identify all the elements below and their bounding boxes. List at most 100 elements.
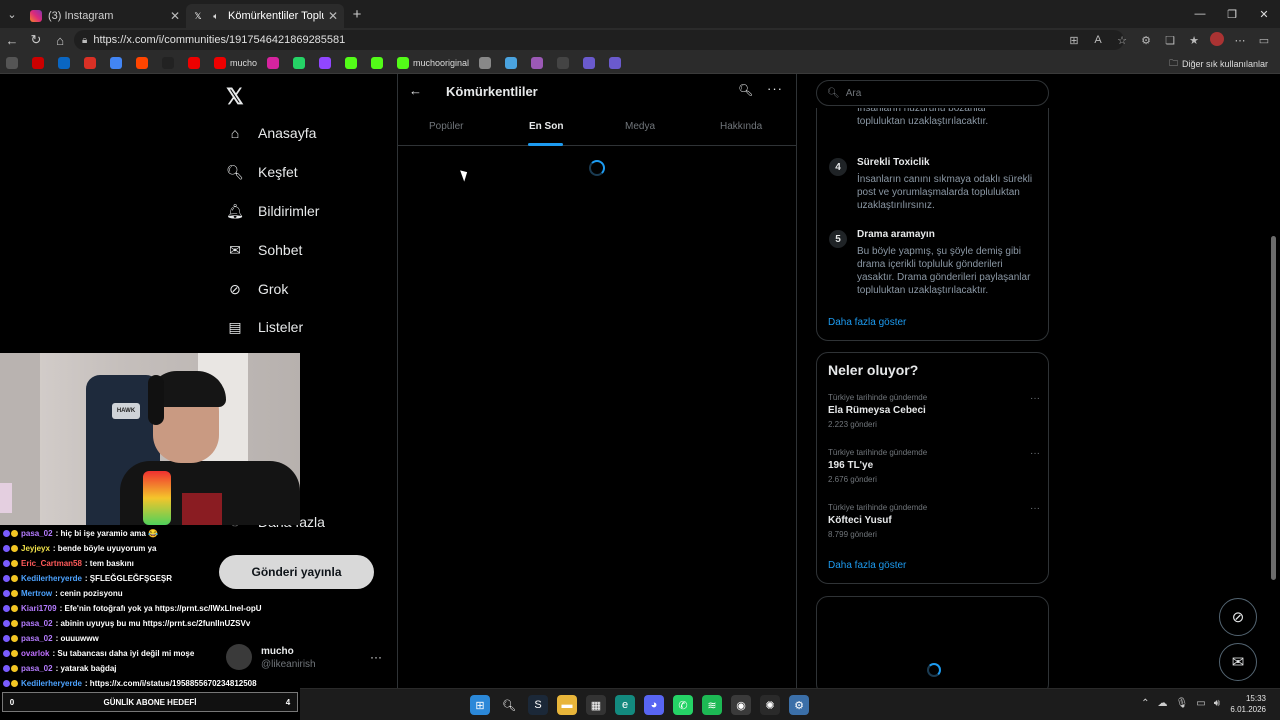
more-dots-icon[interactable]: ··· bbox=[1030, 503, 1040, 514]
goal-label: GÜNLİK ABONE HEDEFİ bbox=[103, 697, 197, 707]
chat-username: pasa_02 bbox=[21, 619, 53, 628]
whatsapp-icon[interactable]: ✆ bbox=[673, 695, 693, 715]
steam-icon[interactable]: S bbox=[528, 695, 548, 715]
app-install-icon[interactable]: ⊞ bbox=[1066, 32, 1082, 48]
browser-tab-x[interactable]: 𝕏 🔈︎ Kömürkentliler Topluluk / X ✕ bbox=[186, 4, 344, 28]
bookmark-item[interactable] bbox=[557, 56, 573, 69]
sidebar-item-home[interactable]: ⌂ Anasayfa bbox=[226, 124, 317, 142]
more-dots-icon[interactable]: ··· bbox=[1030, 448, 1040, 459]
collections-icon[interactable]: ❏ bbox=[1162, 32, 1178, 48]
favorites-icon[interactable]: ★ bbox=[1186, 32, 1202, 48]
profile-avatar-icon[interactable] bbox=[1210, 32, 1224, 46]
windows-taskbar: ⊞ 🔍︎ S ▬ ▦ e ◕ ✆ ≋ ◉ ✺ ⚙ ⌃ ☁ 🎙︎ ▭ 🔊︎ 15:… bbox=[300, 688, 1280, 720]
bookmark-item[interactable] bbox=[110, 56, 126, 69]
extensions-icon[interactable]: ⚙ bbox=[1138, 32, 1154, 48]
speaker-icon[interactable]: 🔈︎ bbox=[210, 10, 222, 22]
close-icon[interactable]: ✕ bbox=[170, 9, 180, 23]
scrollbar[interactable] bbox=[1271, 236, 1276, 580]
grok-fab-icon[interactable]: ⊘ bbox=[1219, 598, 1257, 636]
shield-icon bbox=[583, 56, 596, 69]
discord-icon[interactable]: ◕ bbox=[644, 695, 664, 715]
webcam-overlay: HAWK bbox=[0, 353, 300, 525]
store-icon[interactable]: ▦ bbox=[586, 695, 606, 715]
system-clock[interactable]: 15:33 6.01.2026 bbox=[1230, 693, 1266, 715]
microphone-icon[interactable]: 🎙︎ bbox=[1176, 698, 1189, 709]
more-dots-icon[interactable]: ··· bbox=[1030, 393, 1040, 404]
bookmark-item[interactable] bbox=[267, 56, 283, 69]
tab-latest[interactable]: En Son bbox=[529, 121, 563, 132]
bookmark-item[interactable] bbox=[188, 56, 204, 69]
bookmark-item[interactable] bbox=[505, 56, 521, 69]
rules-show-more-link[interactable]: Daha fazla göster bbox=[828, 317, 906, 328]
bookmark-item[interactable] bbox=[479, 56, 495, 69]
url-field[interactable]: 🔒︎ https://x.com/i/communities/191754642… bbox=[74, 30, 1124, 50]
restore-icon[interactable]: ❐ bbox=[1216, 0, 1248, 28]
sidebar-item-label: Bildirimler bbox=[258, 203, 320, 219]
trend-item[interactable]: Türkiye tarihinde gündemde 196 TL'ye 2.6… bbox=[828, 448, 1040, 493]
bookmark-item[interactable]: muchooriginal bbox=[397, 56, 469, 69]
chatgpt-icon[interactable]: ✺ bbox=[760, 695, 780, 715]
favorite-star-icon[interactable]: ☆ bbox=[1114, 32, 1130, 48]
bookmark-item[interactable] bbox=[162, 56, 178, 69]
bookmark-item[interactable]: mucho bbox=[214, 56, 257, 69]
tab-popular[interactable]: Popüler bbox=[429, 121, 463, 132]
bookmark-item[interactable] bbox=[293, 56, 309, 69]
chat-badge-icon bbox=[11, 620, 18, 627]
network-icon[interactable]: ▭ bbox=[1196, 698, 1205, 709]
sidebar-icon[interactable]: ▭ bbox=[1256, 32, 1272, 48]
tray-app-icon[interactable]: ☁ bbox=[1158, 698, 1168, 709]
more-icon[interactable]: ⋯ bbox=[1232, 32, 1248, 48]
more-dots-icon[interactable]: ··· bbox=[370, 650, 382, 664]
sidebar-item-mail[interactable]: ✉ Sohbet bbox=[226, 241, 302, 259]
bookmark-item[interactable] bbox=[319, 56, 335, 69]
search-icon[interactable]: 🔍︎ bbox=[738, 83, 753, 97]
trend-item[interactable]: Türkiye tarihinde gündemde Köfteci Yusuf… bbox=[828, 503, 1040, 548]
browser-tab-instagram[interactable]: (3) Instagram ✕ bbox=[24, 4, 186, 28]
search-input[interactable]: 🔍︎ Ara bbox=[816, 80, 1049, 106]
file-explorer-icon[interactable]: ▬ bbox=[557, 695, 577, 715]
bookmark-item[interactable] bbox=[531, 56, 547, 69]
messages-fab-icon[interactable]: ✉ bbox=[1219, 643, 1257, 681]
refresh-icon[interactable]: ↻ bbox=[24, 32, 48, 48]
settings-icon[interactable]: ⚙ bbox=[789, 695, 809, 715]
spotify-icon[interactable]: ≋ bbox=[702, 695, 722, 715]
lock-icon[interactable]: 🔒︎ bbox=[82, 35, 87, 46]
tray-chevron-icon[interactable]: ⌃ bbox=[1141, 698, 1149, 709]
bookmark-item[interactable] bbox=[345, 56, 361, 69]
bookmark-item[interactable] bbox=[371, 56, 387, 69]
more-dots-icon[interactable]: ··· bbox=[767, 81, 783, 96]
bookmark-item[interactable] bbox=[136, 56, 152, 69]
sidebar-item-list[interactable]: ▤ Listeler bbox=[226, 318, 303, 336]
bookmark-item[interactable] bbox=[32, 56, 48, 69]
close-window-icon[interactable]: ✕ bbox=[1248, 0, 1280, 28]
bookmark-item[interactable] bbox=[84, 56, 100, 69]
volume-icon[interactable]: 🔊︎ bbox=[1214, 698, 1220, 709]
chat-message: Mertrow: cenin pozisyonu bbox=[0, 586, 300, 601]
close-icon[interactable]: ✕ bbox=[328, 9, 338, 23]
other-bookmarks-folder[interactable]: 🗀 Diğer sık kullanılanlar bbox=[1169, 56, 1268, 72]
tab-list-dropdown-icon[interactable]: ⌄ bbox=[0, 0, 24, 28]
sidebar-item-search[interactable]: 🔍︎ Keşfet bbox=[226, 163, 298, 181]
bookmark-item[interactable] bbox=[609, 56, 625, 69]
search-icon[interactable]: 🔍︎ bbox=[499, 695, 519, 715]
sidebar-item-grok[interactable]: ⊘ Grok bbox=[226, 280, 288, 298]
new-tab-icon[interactable]: + bbox=[344, 6, 370, 23]
back-arrow-icon[interactable]: ← bbox=[409, 83, 422, 98]
back-icon[interactable]: ← bbox=[0, 33, 24, 48]
bookmark-item[interactable] bbox=[58, 56, 74, 69]
bookmark-item[interactable] bbox=[6, 56, 22, 69]
sidebar-item-bell[interactable]: 🔔︎ Bildirimler bbox=[226, 202, 319, 220]
minimize-icon[interactable]: — bbox=[1184, 0, 1216, 28]
instagram-icon bbox=[267, 56, 280, 69]
home-icon[interactable]: ⌂ bbox=[48, 33, 72, 48]
tab-about[interactable]: Hakkında bbox=[720, 121, 762, 132]
windows-start-icon[interactable]: ⊞ bbox=[470, 695, 490, 715]
trend-item[interactable]: Türkiye tarihinde gündemde Ela Rümeysa C… bbox=[828, 393, 1040, 438]
bookmark-item[interactable] bbox=[583, 56, 599, 69]
trends-show-more-link[interactable]: Daha fazla göster bbox=[828, 560, 906, 571]
x-logo-icon[interactable]: 𝕏 bbox=[226, 84, 244, 110]
edge-icon[interactable]: e bbox=[615, 695, 635, 715]
read-aloud-icon[interactable]: A bbox=[1090, 32, 1106, 48]
obs-icon[interactable]: ◉ bbox=[731, 695, 751, 715]
tab-media[interactable]: Medya bbox=[625, 121, 655, 132]
